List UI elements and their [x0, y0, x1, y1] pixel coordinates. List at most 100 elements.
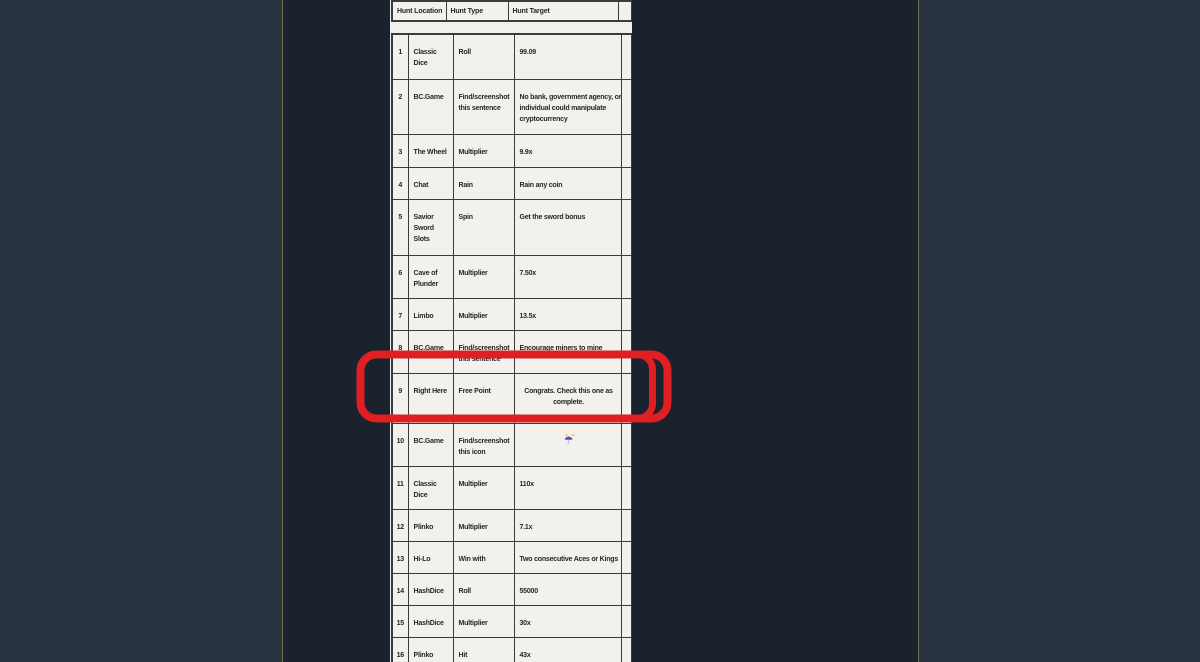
- hunt-type-cell: Find/screenshot this icon: [453, 423, 514, 466]
- row-check-cell: [621, 298, 632, 330]
- row-check-cell: [621, 330, 632, 373]
- hunt-location-cell: Plinko: [408, 509, 453, 541]
- screen: Hunt Location Hunt Type Hunt Target 1Cla…: [0, 0, 1200, 662]
- hunt-location-cell: Hi-Lo: [408, 541, 453, 573]
- hunt-target-cell: 7.1x: [514, 509, 621, 541]
- row-check-cell: [621, 637, 632, 662]
- row-check-cell: [621, 255, 632, 298]
- table-row: 15HashDiceMultiplier30x: [392, 605, 632, 637]
- table-row: 10BC.GameFind/screenshot this icon ☂✦✦: [392, 423, 632, 466]
- row-number-cell: 8: [392, 330, 408, 373]
- hunt-type-cell: Roll: [453, 573, 514, 605]
- row-check-cell: [621, 509, 632, 541]
- hunt-location-cell: HashDice: [408, 573, 453, 605]
- table-row: 5Savior Sword SlotsSpinGet the sword bon…: [392, 199, 632, 255]
- table-row: 2BC.GameFind/screenshot this sentenceNo …: [392, 79, 632, 134]
- hunt-location-cell: Plinko: [408, 637, 453, 662]
- hunt-target-cell: 99.09: [514, 34, 621, 79]
- row-check-cell: [621, 167, 632, 199]
- row-number-cell: 7: [392, 298, 408, 330]
- row-number-cell: 10: [392, 423, 408, 466]
- hunt-table: 1Classic DiceRoll99.092BC.GameFind/scree…: [391, 33, 632, 662]
- row-number-cell: 2: [392, 79, 408, 134]
- hunt-type-cell: Find/screenshot this sentence: [453, 79, 514, 134]
- hunt-target-cell: 30x: [514, 605, 621, 637]
- hunt-target-cell: Get the sword bonus: [514, 199, 621, 255]
- row-number-cell: 12: [392, 509, 408, 541]
- row-number-cell: 6: [392, 255, 408, 298]
- hunt-location-cell: The Wheel: [408, 134, 453, 167]
- row-number-cell: 13: [392, 541, 408, 573]
- row-check-cell: [621, 423, 632, 466]
- hunt-target-cell: 110x: [514, 466, 621, 509]
- row-check-cell: [621, 373, 632, 423]
- hunt-target-cell: ☂✦✦: [514, 423, 621, 466]
- table-row: 1Classic DiceRoll99.09: [392, 34, 632, 79]
- header-hunt-type: Hunt Type: [446, 1, 508, 21]
- header-hunt-location: Hunt Location: [392, 1, 446, 21]
- hunt-table-body: 1Classic DiceRoll99.092BC.GameFind/scree…: [392, 34, 632, 662]
- row-number-cell: 3: [392, 134, 408, 167]
- hunt-table-header: Hunt Location Hunt Type Hunt Target: [391, 0, 632, 22]
- table-row: 9Right HereFree PointCongrats. Check thi…: [392, 373, 632, 423]
- hunt-location-cell: HashDice: [408, 605, 453, 637]
- row-number-cell: 9: [392, 373, 408, 423]
- hunt-type-cell: Hit: [453, 637, 514, 662]
- hunt-target-cell: 55000: [514, 573, 621, 605]
- row-check-cell: [621, 466, 632, 509]
- header-hunt-target: Hunt Target: [508, 1, 618, 21]
- hunt-type-cell: Multiplier: [453, 509, 514, 541]
- header-check-column: [618, 1, 632, 21]
- row-number-cell: 15: [392, 605, 408, 637]
- table-row: 12PlinkoMultiplier7.1x: [392, 509, 632, 541]
- table-row: 13Hi-LoWin withTwo consecutive Aces or K…: [392, 541, 632, 573]
- purple-umbrella-icon: ☂✦✦: [564, 436, 574, 447]
- left-panel: [0, 0, 283, 662]
- table-row: 14HashDiceRoll55000: [392, 573, 632, 605]
- right-panel: [918, 0, 1200, 662]
- row-check-cell: [621, 605, 632, 637]
- table-row: 11Classic DiceMultiplier110x: [392, 466, 632, 509]
- table-row: 7LimboMultiplier13.5x: [392, 298, 632, 330]
- hunt-target-cell: 43x: [514, 637, 621, 662]
- hunt-target-cell: Encourage miners to mine: [514, 330, 621, 373]
- hunt-location-cell: Right Here: [408, 373, 453, 423]
- table-row: 6Cave of PlunderMultiplier7.50x: [392, 255, 632, 298]
- row-number-cell: 4: [392, 167, 408, 199]
- hunt-type-cell: Roll: [453, 34, 514, 79]
- row-number-cell: 14: [392, 573, 408, 605]
- hunt-location-cell: BC.Game: [408, 79, 453, 134]
- hunt-type-cell: Multiplier: [453, 298, 514, 330]
- hunt-target-cell: Congrats. Check this one as complete.: [514, 373, 621, 423]
- hunt-location-cell: Cave of Plunder: [408, 255, 453, 298]
- hunt-location-cell: Classic Dice: [408, 466, 453, 509]
- row-number-cell: 11: [392, 466, 408, 509]
- hunt-type-cell: Multiplier: [453, 255, 514, 298]
- row-number-cell: 5: [392, 199, 408, 255]
- row-check-cell: [621, 199, 632, 255]
- row-number-cell: 1: [392, 34, 408, 79]
- hunt-location-cell: Limbo: [408, 298, 453, 330]
- hunt-type-cell: Find/screenshot this sentence: [453, 330, 514, 373]
- hunt-type-cell: Multiplier: [453, 605, 514, 637]
- table-row: 3The WheelMultiplier9.9x: [392, 134, 632, 167]
- row-check-cell: [621, 541, 632, 573]
- document-page: Hunt Location Hunt Type Hunt Target 1Cla…: [390, 0, 632, 662]
- hunt-target-cell: 9.9x: [514, 134, 621, 167]
- row-check-cell: [621, 34, 632, 79]
- row-number-cell: 16: [392, 637, 408, 662]
- hunt-type-cell: Spin: [453, 199, 514, 255]
- hunt-location-cell: BC.Game: [408, 330, 453, 373]
- hunt-type-cell: Win with: [453, 541, 514, 573]
- hunt-type-cell: Multiplier: [453, 134, 514, 167]
- hunt-target-cell: 7.50x: [514, 255, 621, 298]
- table-row: 16PlinkoHit43x: [392, 637, 632, 662]
- hunt-location-cell: Chat: [408, 167, 453, 199]
- table-row: 4ChatRainRain any coin: [392, 167, 632, 199]
- table-row: 8BC.GameFind/screenshot this sentenceEnc…: [392, 330, 632, 373]
- row-check-cell: [621, 79, 632, 134]
- hunt-target-cell: Two consecutive Aces or Kings: [514, 541, 621, 573]
- hunt-location-cell: BC.Game: [408, 423, 453, 466]
- hunt-type-cell: Rain: [453, 167, 514, 199]
- hunt-location-cell: Savior Sword Slots: [408, 199, 453, 255]
